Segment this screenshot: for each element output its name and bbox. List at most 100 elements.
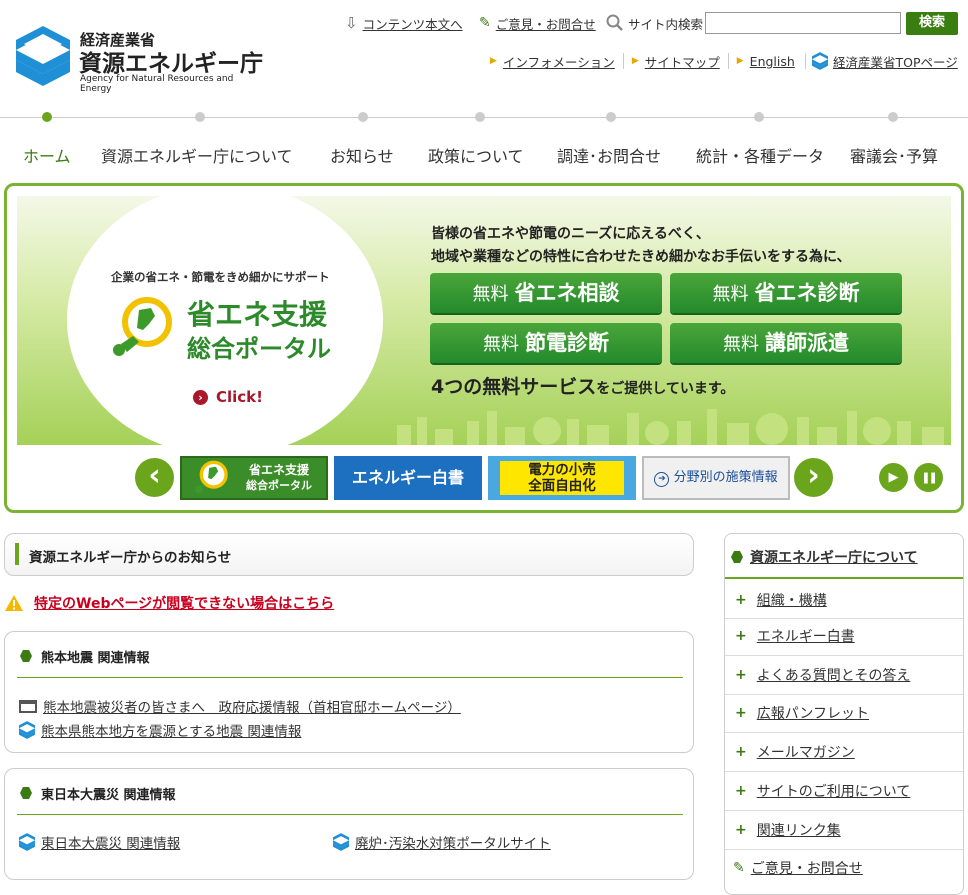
free-consultation-button[interactable]: 無料 省エネ相談 — [430, 273, 662, 313]
arrow-circle-icon: › — [193, 389, 208, 405]
higashi-link-2[interactable]: 廃炉･汚染水対策ポータルサイト — [333, 832, 551, 852]
bullet-arrow-icon: ▶ — [736, 56, 744, 66]
nav-council-budget[interactable]: 審議会･予算 — [850, 143, 938, 167]
down-arrow-icon: ⇩ — [345, 14, 358, 32]
meti-logo-icon — [812, 52, 828, 70]
lightbulb-japan-icon — [113, 297, 172, 356]
hexagon-icon — [20, 650, 32, 662]
sidebar-item-pamphlets[interactable]: + 広報パンフレット — [735, 700, 869, 726]
information-link[interactable]: インフォメーション — [503, 52, 615, 71]
higashi-link-1[interactable]: 東日本大震災 関連情報 — [19, 832, 180, 852]
carousel-next-button[interactable]: › — [794, 458, 833, 497]
sidebar-item-feedback[interactable]: ✎ ご意見・お問合せ — [733, 855, 863, 881]
nav-dot — [195, 112, 205, 122]
carousel-pause-button[interactable]: ❚❚ — [914, 463, 943, 492]
meti-logo-icon — [19, 721, 35, 739]
meti-top-link[interactable]: 経済産業省TOPページ — [812, 50, 958, 72]
logo-agency-name: 資源エネルギー庁 — [79, 51, 263, 77]
cityscape-decoration — [397, 409, 944, 445]
banner-image[interactable]: 企業の省エネ・節電をきめ細かにサポート 省エネ支援 総合ポータル › Click… — [17, 196, 951, 445]
free-diagnosis-button[interactable]: 無料 省エネ診断 — [670, 273, 902, 313]
plus-icon: + — [735, 628, 747, 644]
divider — [725, 849, 963, 850]
free-lecturer-dispatch-button[interactable]: 無料 講師派遣 — [670, 323, 902, 363]
banner-footer-text: 4つの無料サービスをご提供しています。 — [431, 376, 735, 398]
great-east-japan-earthquake-box: 東日本大震災 関連情報 東日本大震災 関連情報 廃炉･汚染水対策ポータルサイト — [4, 768, 694, 880]
sitemap-link[interactable]: サイトマップ — [645, 52, 720, 71]
portal-title-line1: 省エネ支援 — [187, 298, 328, 331]
pencil-icon: ✎ — [733, 860, 745, 876]
divider — [725, 732, 963, 733]
bullet-arrow-icon: ▶ — [490, 56, 497, 66]
free-power-saving-diagnosis-button[interactable]: 無料 節電診断 — [430, 323, 662, 363]
nav-policy[interactable]: 政策について — [428, 143, 524, 167]
nav-home[interactable]: ホーム — [23, 143, 71, 167]
divider — [725, 655, 963, 656]
search-button[interactable]: 検索 — [906, 12, 958, 35]
kumamoto-title: 熊本地震 関連情報 — [41, 651, 150, 666]
plus-icon: + — [735, 667, 747, 683]
pencil-icon: ✎ — [479, 15, 491, 31]
nav-dot — [358, 112, 368, 122]
english-link[interactable]: English — [750, 54, 795, 69]
portal-subtitle: 企業の省エネ・節電をきめ細かにサポート — [111, 270, 330, 284]
sidebar-item-site-usage[interactable]: + サイトのご利用について — [735, 778, 910, 804]
carousel-thumb-portal[interactable]: 省エネ支援 総合ポータル — [180, 456, 328, 500]
site-search-label: サイト内検索 — [606, 12, 703, 34]
sidebar-title-link[interactable]: 資源エネルギー庁について — [750, 547, 918, 567]
feedback-link[interactable]: ✎ ご意見・お問合せ — [479, 12, 596, 34]
sidebar-item-related-links[interactable]: + 関連リンク集 — [735, 817, 841, 843]
hexagon-icon — [731, 551, 743, 563]
plus-icon: + — [735, 744, 747, 760]
browser-warning-link[interactable]: 特定のWebページが閲覧できない場合はこちら — [4, 593, 334, 613]
meti-logo-icon — [19, 833, 35, 851]
section-underline — [17, 677, 683, 678]
magnifier-icon — [606, 14, 623, 31]
nav-procurement[interactable]: 調達･お問合せ — [557, 143, 661, 167]
divider — [725, 810, 963, 811]
meti-logo-icon — [333, 833, 349, 851]
sidebar-item-mail-magazine[interactable]: + メールマガジン — [735, 739, 855, 765]
skip-to-content-link[interactable]: ⇩ コンテンツ本文へ — [345, 12, 463, 34]
agency-logo-icon — [16, 26, 70, 86]
nav-dot — [475, 112, 485, 122]
sidebar-item-organization[interactable]: + 組織・機構 — [735, 587, 827, 613]
carousel-prev-button[interactable]: ‹ — [135, 458, 174, 497]
header-sub-links: ▶ インフォメーション ▶ サイトマップ ▶ English — [490, 50, 816, 72]
notices-title: 資源エネルギー庁からのお知らせ — [29, 550, 232, 566]
divider — [804, 53, 806, 69]
nav-dot — [754, 112, 764, 122]
divider — [622, 53, 624, 69]
kumamoto-link-2[interactable]: 熊本県熊本地方を震源とする地震 関連情報 — [19, 720, 301, 740]
nav-news[interactable]: お知らせ — [330, 143, 394, 167]
sidebar-title-underline — [725, 577, 963, 579]
logo-english-name: Agency for Natural Resources and Energy — [80, 74, 234, 94]
nav-about-agency[interactable]: 資源エネルギー庁について — [101, 143, 293, 167]
carousel-thumb-energy-whitepaper[interactable]: エネルギー白書 — [334, 456, 482, 500]
plus-icon: + — [735, 822, 747, 838]
banner-headline-2: 地域や業種などの特性に合わせたきめ細かなお手伝いをする為に、 — [431, 249, 851, 265]
notices-header: 資源エネルギー庁からのお知らせ — [4, 533, 694, 576]
carousel-play-button[interactable]: ▶ — [879, 463, 908, 492]
divider — [725, 771, 963, 772]
bullet-arrow-icon: ▶ — [631, 56, 639, 66]
higashi-title: 東日本大震災 関連情報 — [41, 788, 176, 803]
nav-statistics[interactable]: 統計・各種データ — [696, 143, 824, 167]
nav-dot-active — [42, 112, 52, 122]
carousel-thumb-policy-by-field[interactable]: ➔ 分野別の施策情報 — [642, 456, 790, 500]
divider — [725, 618, 963, 619]
banner-headline-1: 皆様の省エネや節電のニーズに応えるべく、 — [431, 226, 710, 242]
sidebar-about: 資源エネルギー庁について + 組織・機構 + エネルギー白書 + よくある質問とその答… — [724, 533, 964, 895]
site-search-input[interactable] — [705, 12, 901, 34]
sidebar-item-faq[interactable]: + よくある質問とその答え — [735, 662, 910, 688]
carousel-thumb-electricity-liberalization[interactable]: 電力の小売 全面自由化 — [488, 456, 636, 500]
plus-icon: + — [735, 705, 747, 721]
kumamoto-link-1[interactable]: 熊本地震被災者の皆さまへ 政府応援情報（首相官邸ホームページ） — [19, 696, 461, 716]
plus-icon: + — [735, 592, 747, 608]
nav-dot — [606, 112, 616, 122]
sidebar-item-energy-whitepaper[interactable]: + エネルギー白書 — [735, 623, 855, 649]
site-logo[interactable]: 経済産業省 資源エネルギー庁 Agency for Natural Resour… — [16, 24, 266, 94]
arrow-circle-icon: ➔ — [654, 472, 670, 487]
click-link[interactable]: › Click! — [193, 388, 263, 406]
lightbulb-icon — [195, 460, 228, 494]
